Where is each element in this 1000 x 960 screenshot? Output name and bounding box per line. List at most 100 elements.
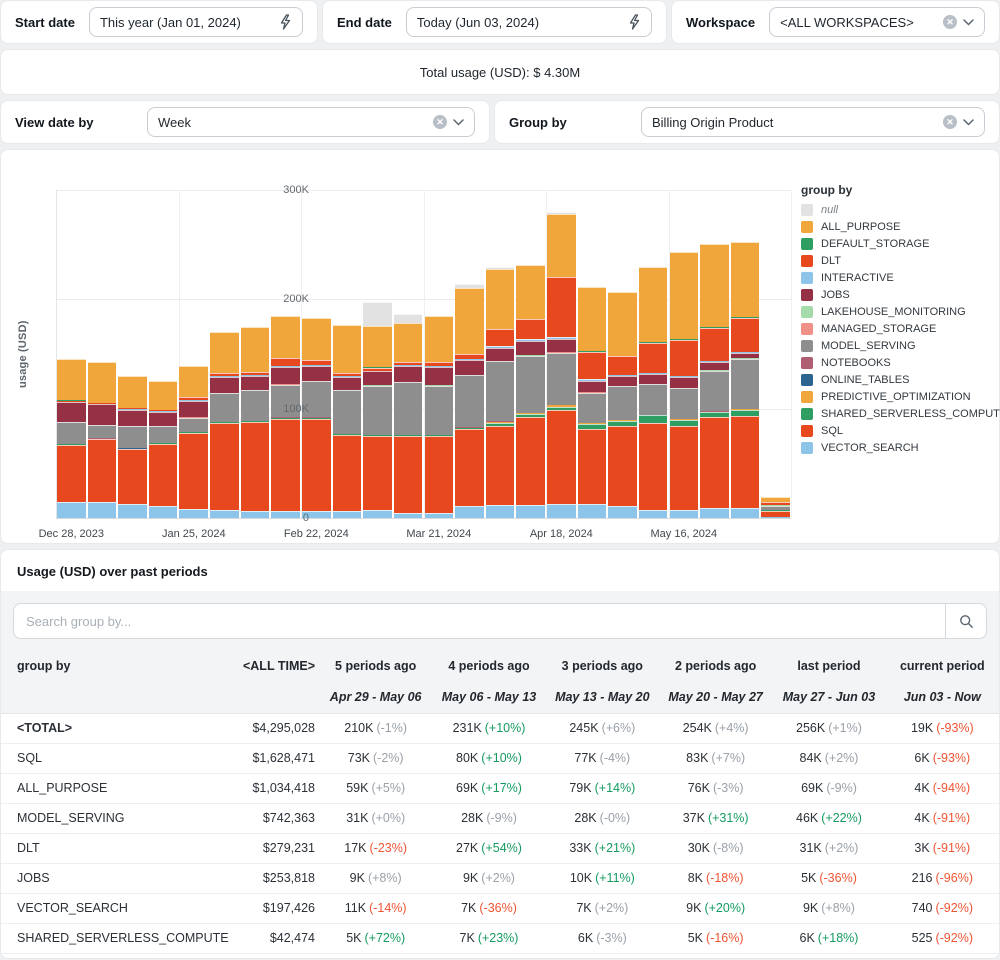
legend-item-interactive[interactable]: INTERACTIVE — [801, 269, 997, 286]
period-value-cell: 27K(+54%) — [432, 833, 545, 863]
bar-segment — [547, 277, 576, 337]
chart-bar[interactable] — [700, 244, 729, 518]
search-button[interactable] — [945, 603, 987, 639]
chart-bar[interactable] — [333, 325, 362, 518]
end-date-input[interactable]: Today (Jun 03, 2024) — [406, 7, 652, 37]
period-value-cell: 11K(-14%) — [319, 893, 432, 923]
period-value-cell: 6K(+18%) — [772, 923, 885, 953]
bar-segment — [333, 435, 362, 512]
legend-item-vector_search[interactable]: VECTOR_SEARCH — [801, 439, 997, 456]
legend-item-online_tables[interactable]: ONLINE_TABLES — [801, 371, 997, 388]
bar-segment — [608, 356, 637, 375]
period-change-percent: (-1%) — [376, 721, 407, 735]
chart-bar[interactable] — [516, 265, 545, 518]
legend-title: group by — [801, 183, 997, 197]
chart-bar[interactable] — [118, 376, 147, 518]
bar-segment — [700, 417, 729, 508]
bar-segment — [241, 376, 270, 390]
chart-bar[interactable] — [57, 359, 86, 518]
chart-bar[interactable] — [394, 314, 423, 518]
legend-item-managed_storage[interactable]: MANAGED_STORAGE — [801, 320, 997, 337]
x-tick-label: Dec 28, 2023 — [39, 528, 104, 540]
group-by-select[interactable]: Billing Origin Product ✕ — [641, 107, 985, 137]
x-tick-label: Apr 18, 2024 — [530, 528, 593, 540]
x-tick-label: May 16, 2024 — [650, 528, 717, 540]
period-value-cell: 0 — [886, 953, 999, 959]
chart-bar[interactable] — [210, 332, 239, 518]
workspace-select[interactable]: <ALL WORKSPACES> ✕ — [769, 7, 985, 37]
legend-item-sql[interactable]: SQL — [801, 422, 997, 439]
bar-segment — [210, 377, 239, 393]
legend-item-predictive_optimization[interactable]: PREDICTIVE_OPTIMIZATION — [801, 388, 997, 405]
chart-bar[interactable] — [578, 287, 607, 518]
table-row: SQL$1,628,47173K(-2%)80K(+10%)77K(-4%)83… — [1, 743, 999, 773]
legend-item-lakehouse_monitoring[interactable]: LAKEHOUSE_MONITORING — [801, 303, 997, 320]
view-date-by-select[interactable]: Week ✕ — [147, 107, 475, 137]
legend-item-all_purpose[interactable]: ALL_PURPOSE — [801, 218, 997, 235]
chart-bar[interactable] — [363, 302, 392, 518]
bar-segment — [608, 376, 637, 386]
usage-periods-table: group by<ALL TIME>5 periods ago4 periods… — [1, 651, 999, 959]
table-row: ALL_PURPOSE$1,034,41859K(+5%)69K(+17%)79… — [1, 773, 999, 803]
period-value-cell: 256K(+1%) — [772, 713, 885, 743]
column-header: group by — [1, 651, 219, 681]
column-header: 5 periods ago — [319, 651, 432, 681]
clear-icon[interactable]: ✕ — [433, 115, 447, 129]
legend-item-dlt[interactable]: DLT — [801, 252, 997, 269]
clear-icon[interactable]: ✕ — [943, 115, 957, 129]
bar-segment — [118, 410, 147, 426]
period-value: 28K — [574, 811, 596, 825]
bar-segment — [425, 316, 454, 362]
period-change-percent: (+2%) — [595, 901, 629, 915]
search-input[interactable] — [13, 603, 945, 639]
period-value-cell: 7K(-36%) — [432, 893, 545, 923]
lightning-bolt-icon[interactable] — [278, 14, 292, 30]
period-change-percent: (+72%) — [364, 931, 405, 945]
chevron-down-icon[interactable] — [963, 119, 974, 126]
bar-segment — [670, 426, 699, 510]
bar-segment — [302, 366, 331, 381]
y-tick-label: 100K — [249, 403, 309, 415]
chart-bar[interactable] — [302, 318, 331, 518]
bar-segment — [486, 361, 515, 421]
chart-bar[interactable] — [639, 267, 668, 518]
chart-bar[interactable] — [271, 316, 300, 518]
legend-item-null[interactable]: null — [801, 201, 997, 218]
period-value-cell: 0 — [319, 953, 432, 959]
chevron-down-icon[interactable] — [453, 119, 464, 126]
chart-bar[interactable] — [731, 242, 760, 519]
chart-bar[interactable] — [761, 497, 790, 518]
period-value: 77K — [574, 751, 596, 765]
chart-bar[interactable] — [425, 316, 454, 518]
legend-swatch — [801, 272, 813, 284]
period-value-cell: 3K(-91%) — [886, 833, 999, 863]
table-row: NULL$36,256000000 — [1, 953, 999, 959]
chart-bar[interactable] — [670, 252, 699, 518]
chart-bar[interactable] — [547, 212, 576, 518]
legend-item-jobs[interactable]: JOBS — [801, 286, 997, 303]
usage-stacked-bar-chart: usage (USD) 0100K200K300K Dec 28, 2023Ja… — [0, 149, 1000, 544]
chart-bar[interactable] — [149, 381, 178, 518]
bar-segment — [516, 505, 545, 518]
group-by-cell: MODEL_SERVING — [1, 803, 219, 833]
legend-item-default_storage[interactable]: DEFAULT_STORAGE — [801, 235, 997, 252]
start-date-input[interactable]: This year (Jan 01, 2024) — [89, 7, 303, 37]
legend-item-model_serving[interactable]: MODEL_SERVING — [801, 337, 997, 354]
period-value-cell: 4K(-91%) — [886, 803, 999, 833]
chart-bar[interactable] — [608, 292, 637, 518]
bar-segment — [455, 288, 484, 354]
legend-item-shared_serverless_compute[interactable]: SHARED_SERVERLESS_COMPUTE — [801, 405, 997, 422]
chart-bar[interactable] — [455, 284, 484, 518]
chart-bar[interactable] — [88, 362, 117, 518]
chart-bar[interactable] — [486, 267, 515, 518]
clear-icon[interactable]: ✕ — [943, 15, 957, 29]
legend-item-notebooks[interactable]: NOTEBOOKS — [801, 354, 997, 371]
group-by-cell: JOBS — [1, 863, 219, 893]
chart-bar[interactable] — [241, 327, 270, 518]
y-tick-label: 300K — [249, 184, 309, 196]
group-by-cell: SHARED_SERVERLESS_COMPUTE — [1, 923, 219, 953]
chart-bar[interactable] — [179, 366, 208, 518]
period-value-cell: 231K(+10%) — [432, 713, 545, 743]
chevron-down-icon[interactable] — [963, 19, 974, 26]
lightning-bolt-icon[interactable] — [627, 14, 641, 30]
